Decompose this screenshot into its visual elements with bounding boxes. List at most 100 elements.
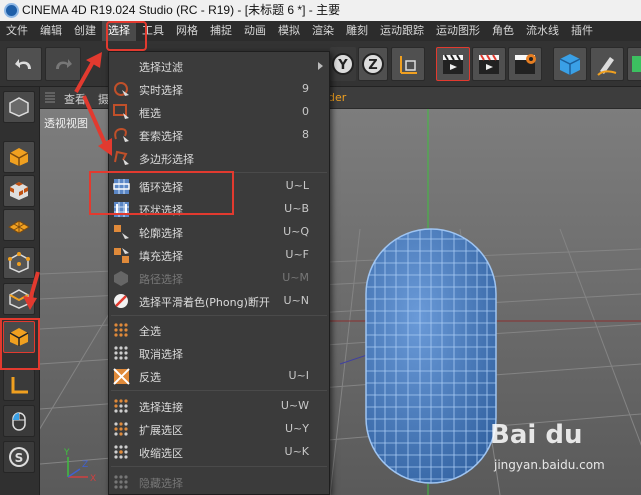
- menu-simulate[interactable]: 模拟: [272, 21, 306, 41]
- clapper-icon: [479, 54, 499, 74]
- path-select-icon: [114, 271, 128, 286]
- y-axis-toggle[interactable]: Y: [330, 47, 356, 81]
- menu-sculpt[interactable]: 雕刻: [340, 21, 374, 41]
- deselect-icon: [114, 346, 128, 360]
- pen-icon: [597, 57, 617, 76]
- menu-snap[interactable]: 捕捉: [204, 21, 238, 41]
- menu-mograph[interactable]: 运动图形: [430, 21, 486, 41]
- viewport-menu-render-partial[interactable]: der: [328, 91, 346, 104]
- menu-item-rectangle-selection[interactable]: 框选 0: [109, 101, 329, 124]
- menu-item-select-connected[interactable]: 选择连接 U~W: [109, 395, 329, 418]
- menu-item-select-all[interactable]: 全选: [109, 319, 329, 342]
- menu-file[interactable]: 文件: [0, 21, 34, 41]
- baidu-watermark: Bai du jingyan.baidu.com: [490, 420, 630, 490]
- menu-item-phong-break-selection[interactable]: 选择平滑着色(Phong)断开 U~N: [109, 290, 329, 313]
- annotation-box-polygons-mode: [0, 318, 40, 370]
- phong-break-icon: [114, 294, 128, 308]
- window-title: CINEMA 4D R19.024 Studio (RC - R19) - [未…: [22, 3, 341, 17]
- menu-motion-tracking[interactable]: 运动跟踪: [374, 21, 430, 41]
- grow-selection-icon: [114, 422, 128, 436]
- render-to-picture-viewer-button[interactable]: [472, 47, 506, 81]
- cube-primitive-button[interactable]: [553, 47, 587, 81]
- make-editable-icon: [9, 97, 29, 117]
- render-view-button[interactable]: [436, 47, 470, 81]
- hide-selected-icon: [114, 475, 128, 489]
- y-axis-icon: Y: [332, 53, 354, 75]
- make-editable-button[interactable]: [3, 91, 35, 123]
- tweak-mode-button[interactable]: [3, 405, 35, 437]
- texture-mode-button[interactable]: [3, 175, 35, 207]
- invert-select-icon: [113, 368, 130, 385]
- capsule-mesh[interactable]: [365, 228, 497, 484]
- axis-gizmo-z-label: Z: [82, 460, 88, 470]
- snap-s-icon: S: [9, 447, 29, 467]
- model-cube-icon: [9, 148, 29, 166]
- axis-gizmo-x-label: X: [90, 474, 96, 484]
- menu-edit[interactable]: 编辑: [34, 21, 68, 41]
- menu-animate[interactable]: 动画: [238, 21, 272, 41]
- submenu-arrow-icon: [318, 62, 323, 70]
- menu-item-polygon-selection[interactable]: 多边形选择: [109, 147, 329, 170]
- menu-item-lasso-selection[interactable]: 套索选择 8: [109, 124, 329, 147]
- menu-character[interactable]: 角色: [486, 21, 520, 41]
- menu-plugins[interactable]: 插件: [565, 21, 599, 41]
- axis-gizmo: Y X Z: [63, 448, 96, 484]
- annotation-box-loop-ring: [89, 171, 234, 215]
- checker-cube-icon: [10, 182, 28, 200]
- clapper-gear-icon: [515, 54, 536, 74]
- clapper-icon: [443, 54, 463, 74]
- menu-item-live-selection[interactable]: 实时选择 9: [109, 78, 329, 101]
- menu-bar: 文件 编辑 创建 选择 工具 网格 捕捉 动画 模拟 渲染 雕刻 运动跟踪 运动…: [0, 21, 641, 41]
- svg-text:Z: Z: [368, 58, 377, 73]
- watermark-brand: Bai du: [490, 420, 583, 450]
- menu-create[interactable]: 创建: [68, 21, 102, 41]
- axis-gizmo-y-label: Y: [63, 448, 70, 458]
- mouse-icon: [12, 412, 26, 431]
- render-settings-button[interactable]: [508, 47, 542, 81]
- menu-item-shrink-selection[interactable]: 收缩选区 U~K: [109, 441, 329, 464]
- menu-separator: [111, 315, 327, 316]
- coordinate-system-icon: [400, 56, 417, 74]
- shrink-selection-icon: [114, 445, 128, 459]
- enable-axis-button[interactable]: [3, 369, 35, 401]
- undo-button[interactable]: [6, 47, 42, 81]
- svg-text:S: S: [15, 451, 24, 465]
- model-mode-button[interactable]: [3, 141, 35, 173]
- fill-select-icon: [114, 248, 129, 263]
- svg-text:Y: Y: [337, 58, 348, 73]
- menu-item-grow-selection[interactable]: 扩展选区 U~Y: [109, 418, 329, 441]
- menu-item-invert-selection[interactable]: 反选 U~I: [109, 365, 329, 388]
- cinema4d-app-icon: [4, 3, 19, 18]
- menu-item-outline-selection[interactable]: 轮廓选择 U~Q: [109, 221, 329, 244]
- menu-separator: [111, 466, 327, 467]
- z-axis-icon: Z: [362, 53, 384, 75]
- select-connected-icon: [114, 399, 128, 413]
- menu-item-path-selection[interactable]: 路径选择 U~M: [109, 267, 329, 290]
- menu-item-selection-filter[interactable]: 选择过滤: [109, 55, 329, 78]
- snap-button[interactable]: S: [3, 441, 35, 473]
- pen-tool-button[interactable]: [590, 47, 624, 81]
- select-all-icon: [114, 323, 128, 337]
- grid-plane-icon: [8, 220, 30, 234]
- annotation-arrow-3: [23, 271, 40, 310]
- menu-separator: [111, 390, 327, 391]
- green-object-icon: [632, 56, 641, 72]
- menu-pipeline[interactable]: 流水线: [520, 21, 565, 41]
- workplane-mode-button[interactable]: [3, 209, 35, 241]
- menu-item-deselect-all[interactable]: 取消选择: [109, 342, 329, 365]
- viewport-grip-icon[interactable]: [44, 92, 56, 104]
- cube-icon: [559, 54, 581, 75]
- more-tools-button[interactable]: [627, 47, 641, 81]
- select-menu-dropdown: 选择过滤 实时选择 9 框选 0 套索选择 8 多边形选择 循环选择 U~L 环…: [108, 51, 330, 495]
- undo-icon: [15, 59, 31, 69]
- menu-render[interactable]: 渲染: [306, 21, 340, 41]
- coordinate-system-button[interactable]: [391, 47, 425, 81]
- axis-l-icon: [11, 377, 28, 394]
- menu-mesh[interactable]: 网格: [170, 21, 204, 41]
- title-bar: CINEMA 4D R19.024 Studio (RC - R19) - [未…: [0, 0, 641, 21]
- menu-item-hide-selected[interactable]: 隐藏选择: [109, 471, 329, 494]
- annotation-arrow-2: [82, 95, 112, 156]
- menu-item-fill-selection[interactable]: 填充选择 U~F: [109, 244, 329, 267]
- z-axis-toggle[interactable]: Z: [358, 47, 388, 81]
- watermark-url: jingyan.baidu.com: [494, 458, 605, 472]
